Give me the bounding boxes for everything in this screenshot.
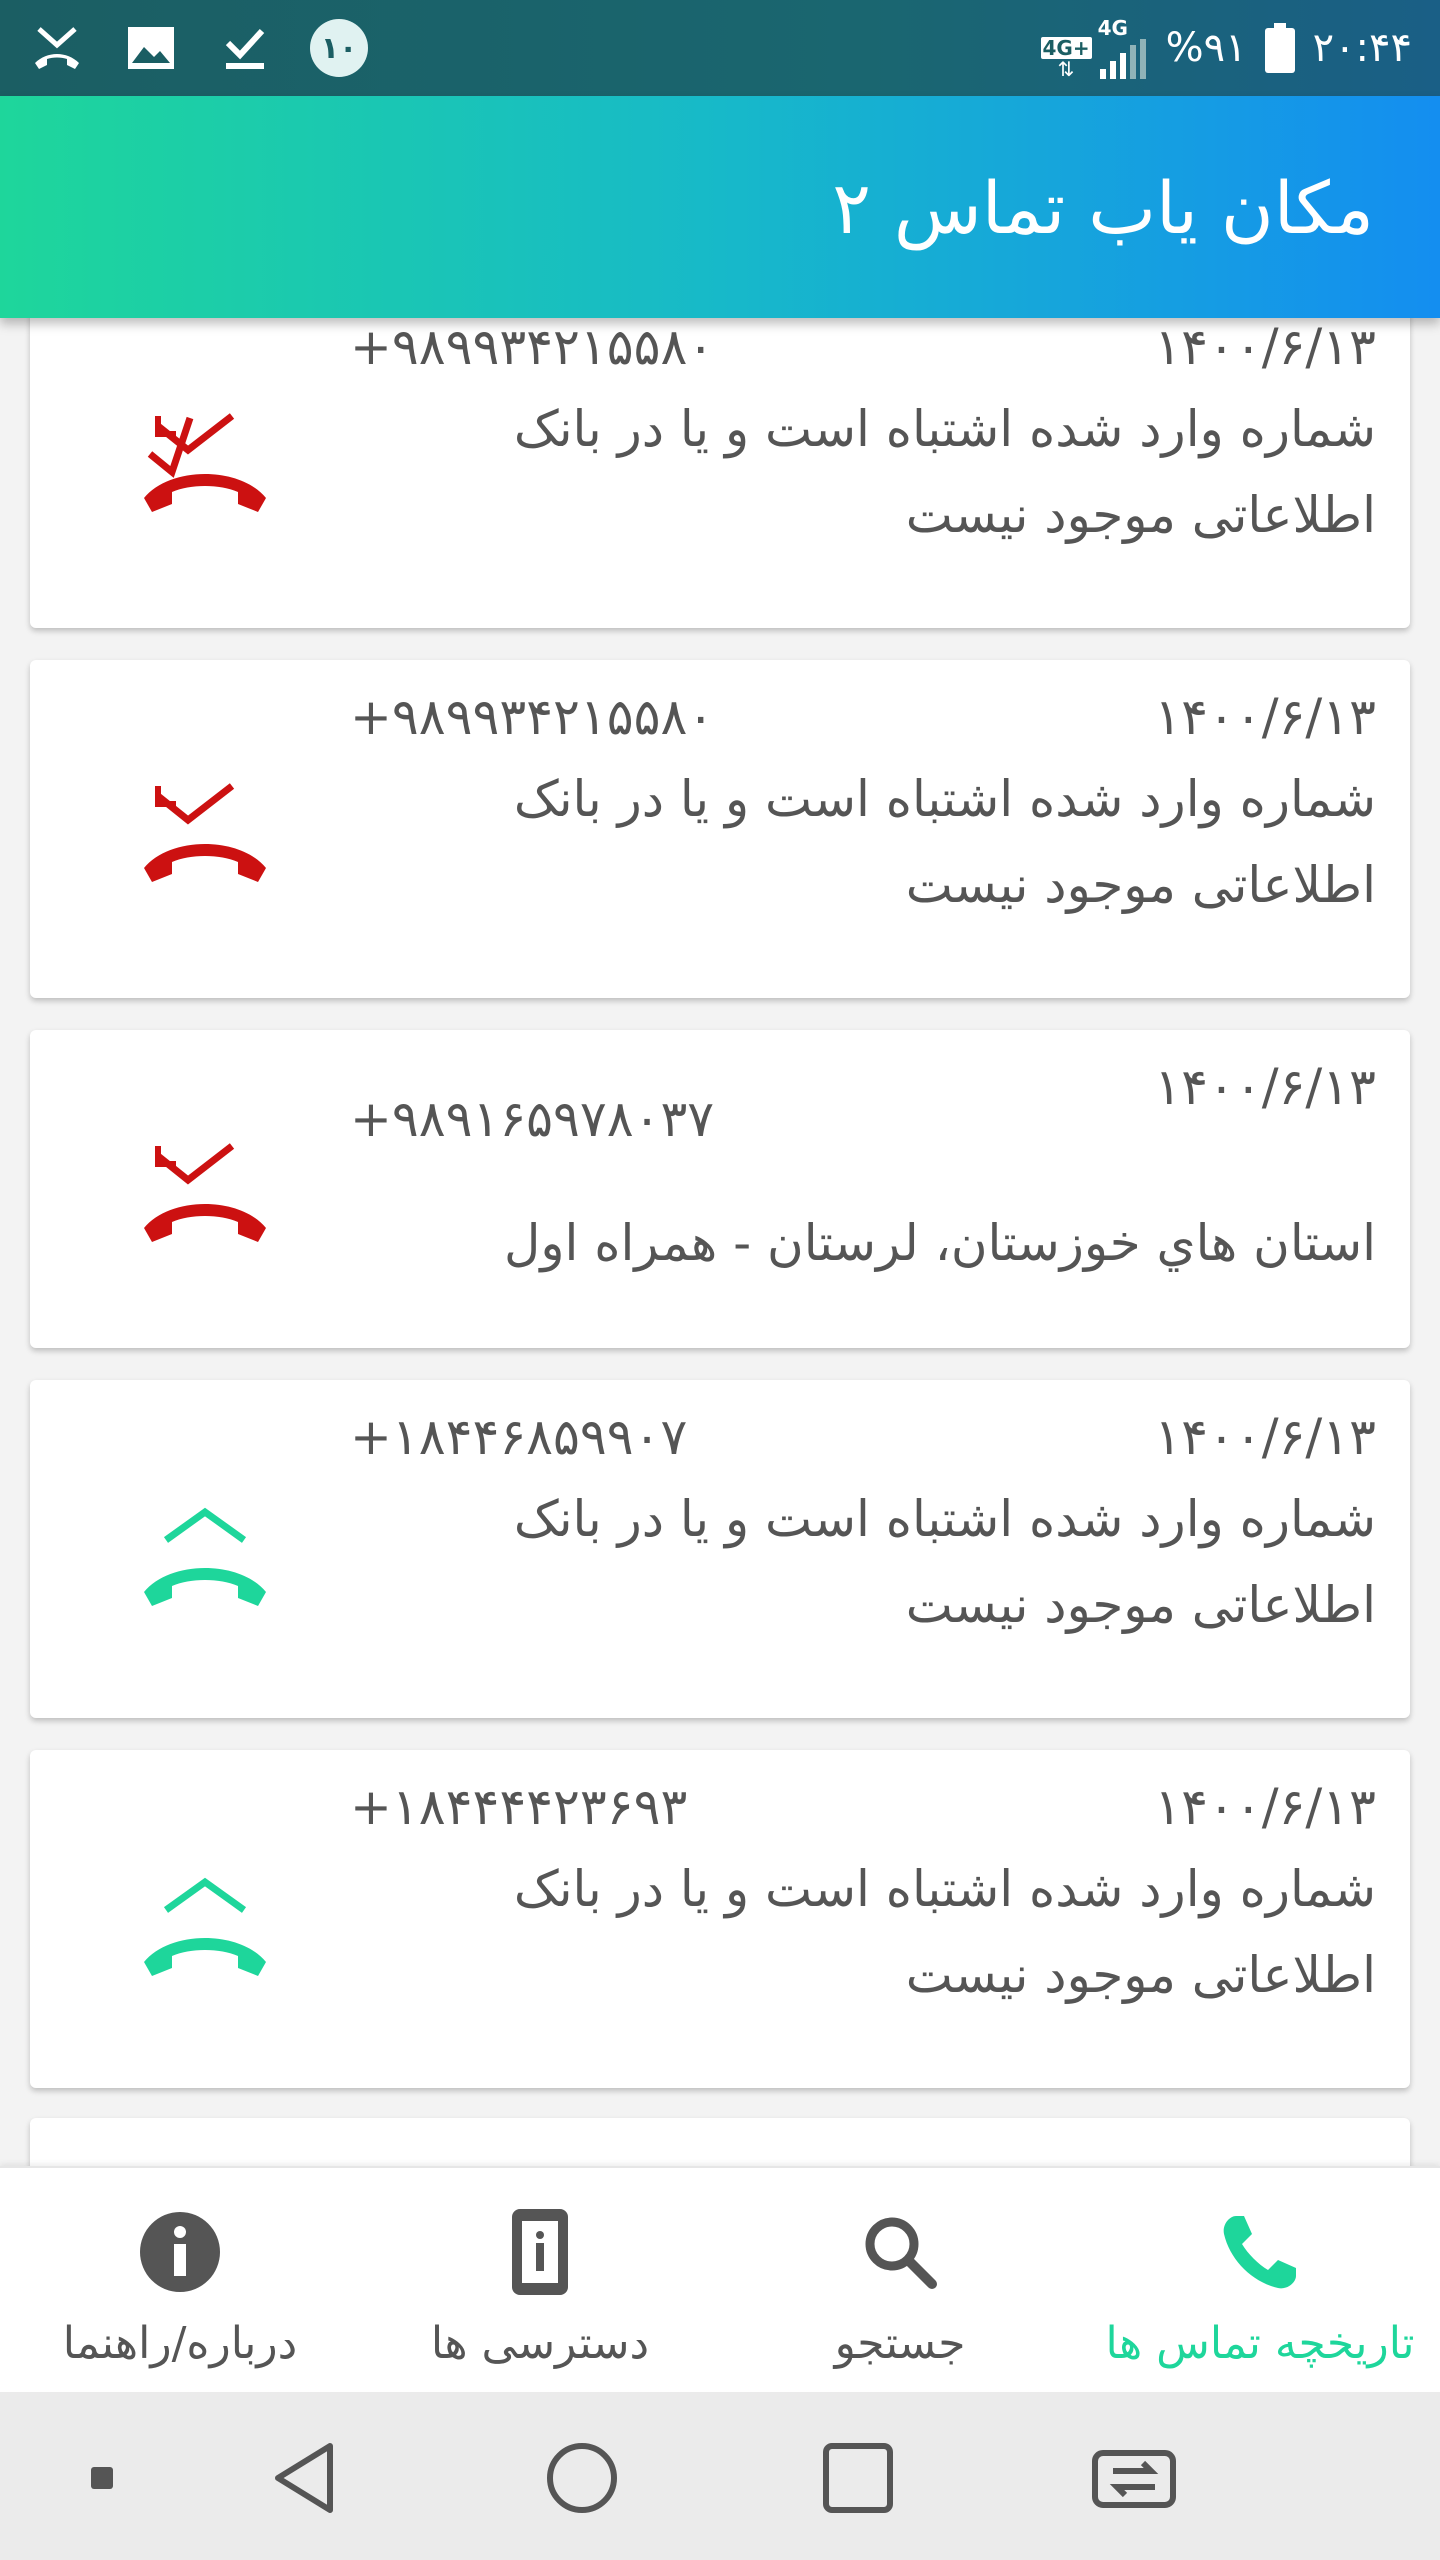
call-location-line: شماره وارد شده اشتباه است و یا در بانک bbox=[513, 400, 1376, 458]
back-button[interactable] bbox=[258, 2430, 354, 2526]
notification-count-badge: ۱۰ bbox=[310, 19, 368, 77]
nav-permissions[interactable]: دسترسی ها bbox=[360, 2168, 720, 2394]
nav-about[interactable]: درباره/راهنما bbox=[0, 2168, 360, 2394]
status-time: ۲۰:۴۴ bbox=[1312, 25, 1412, 71]
call-date: ۱۴۰۰/۶/۱۳ bbox=[1154, 1058, 1376, 1116]
call-log-item[interactable]: ۱۴۰۰/۶/۱۳ +۹۸۹۹۳۴۲۱۵۵۸۰ شماره وارد شده ا… bbox=[30, 318, 1410, 628]
call-number: +۹۸۹۹۳۴۲۱۵۵۸۰ bbox=[350, 688, 715, 746]
nav-call-history-label: تاریخچه تماس ها bbox=[1105, 2318, 1415, 2369]
call-date: ۱۴۰۰/۶/۱۳ bbox=[1154, 318, 1376, 376]
call-location-line: شماره وارد شده اشتباه است و یا در بانک bbox=[513, 770, 1376, 828]
missed-call-notification-icon bbox=[28, 19, 86, 77]
call-location-line: شماره وارد شده اشتباه است و یا در بانک bbox=[513, 1860, 1376, 1918]
call-number: +۱۸۴۴۴۴۲۳۶۹۳ bbox=[350, 1778, 688, 1836]
call-location-text: استان هاي خوزستان، لرستان - همراه اول bbox=[436, 1200, 1376, 1286]
call-number: +۹۸۹۱۶۵۹۷۸۰۳۷ bbox=[350, 1090, 715, 1148]
battery-icon bbox=[1264, 23, 1295, 73]
call-location-line: اطلاعاتی موجود نیست bbox=[905, 856, 1376, 914]
status-indicators: 4G+ ⇅ 4G %۹۱ ۲۰:۴۴ bbox=[1040, 16, 1413, 81]
call-log-item[interactable]: ۱۴۰۰/۶/۱۳ +۹۸۹۱۶۵۹۷۸۰۳۷ استان هاي خوزستا… bbox=[30, 1030, 1410, 1348]
nav-search[interactable]: جستجو bbox=[720, 2168, 1080, 2394]
signal-network-label: 4G bbox=[1097, 16, 1128, 40]
call-history-list[interactable]: ۱۴۰۰/۶/۱۳ +۹۸۹۹۳۴۲۱۵۵۸۰ شماره وارد شده ا… bbox=[0, 318, 1440, 2166]
signal-strength-icon bbox=[1099, 39, 1146, 79]
call-number: +۹۸۹۹۳۴۲۱۵۵۸۰ bbox=[350, 318, 715, 376]
pin-button[interactable] bbox=[54, 2430, 150, 2526]
call-date: ۱۴۰۰/۶/۱۳ bbox=[1154, 1778, 1376, 1836]
app-bar: مکان یاب تماس ۲ bbox=[0, 96, 1440, 318]
recent-apps-button[interactable] bbox=[810, 2430, 906, 2526]
page-title: مکان یاب تماس ۲ bbox=[832, 166, 1374, 250]
network-indicator: 4G+ ⇅ 4G bbox=[1040, 16, 1148, 81]
download-done-notification-icon bbox=[216, 19, 274, 77]
nav-about-label: درباره/راهنما bbox=[62, 2318, 298, 2369]
phone-info-icon bbox=[492, 2204, 588, 2300]
missed-call-icon bbox=[144, 1143, 266, 1242]
bottom-navigation: درباره/راهنما دسترسی ها جستجو تاریخچه تم… bbox=[0, 2166, 1440, 2392]
phone-icon bbox=[1212, 2204, 1308, 2300]
call-location-line: اطلاعاتی موجود نیست bbox=[905, 1946, 1376, 2004]
info-icon bbox=[132, 2204, 228, 2300]
call-location-line: اطلاعاتی موجود نیست bbox=[905, 1576, 1376, 1634]
nav-search-label: جستجو bbox=[834, 2318, 966, 2369]
call-location-text: شماره وارد شده اشتباه است و یا در بانک ا… bbox=[436, 1476, 1376, 1648]
nav-permissions-label: دسترسی ها bbox=[430, 2318, 650, 2369]
call-log-item[interactable] bbox=[30, 2118, 1410, 2166]
call-log-item[interactable]: ۱۴۰۰/۶/۱۳ +۱۸۴۴۴۴۲۳۶۹۳ شماره وارد شده اش… bbox=[30, 1750, 1410, 2088]
call-date: ۱۴۰۰/۶/۱۳ bbox=[1154, 1408, 1376, 1466]
search-icon bbox=[852, 2204, 948, 2300]
call-location-line: استان هاي خوزستان، لرستان - همراه اول bbox=[504, 1214, 1376, 1272]
image-notification-icon bbox=[122, 19, 180, 77]
missed-call-icon bbox=[144, 783, 266, 882]
call-date: ۱۴۰۰/۶/۱۳ bbox=[1154, 688, 1376, 746]
call-log-item[interactable]: ۱۴۰۰/۶/۱۳ +۹۸۹۹۳۴۲۱۵۵۸۰ شماره وارد شده ا… bbox=[30, 660, 1410, 998]
home-button[interactable] bbox=[534, 2430, 630, 2526]
switch-sim-button[interactable] bbox=[1086, 2430, 1182, 2526]
data-arrows-icon: ⇅ bbox=[1057, 57, 1075, 81]
call-location-line: شماره وارد شده اشتباه است و یا در بانک bbox=[513, 1490, 1376, 1548]
call-location-line: اطلاعاتی موجود نیست bbox=[905, 486, 1376, 544]
status-bar: ۱۰ 4G+ ⇅ 4G %۹۱ ۲۰:۴۴ bbox=[0, 0, 1440, 96]
battery-percent: %۹۱ bbox=[1165, 25, 1247, 71]
call-location-text: شماره وارد شده اشتباه است و یا در بانک ا… bbox=[436, 1846, 1376, 2018]
call-location-text: شماره وارد شده اشتباه است و یا در بانک ا… bbox=[436, 756, 1376, 928]
call-log-item[interactable]: ۱۴۰۰/۶/۱۳ +۱۸۴۴۶۸۵۹۹۰۷ شماره وارد شده اش… bbox=[30, 1380, 1410, 1718]
system-navigation-bar bbox=[0, 2392, 1440, 2560]
call-location-text: شماره وارد شده اشتباه است و یا در بانک ا… bbox=[436, 386, 1376, 558]
nav-call-history[interactable]: تاریخچه تماس ها bbox=[1080, 2168, 1440, 2394]
status-notifications: ۱۰ bbox=[28, 18, 368, 78]
call-number: +۱۸۴۴۶۸۵۹۹۰۷ bbox=[350, 1408, 688, 1466]
outgoing-call-icon bbox=[144, 1877, 266, 1976]
outgoing-call-icon bbox=[144, 1507, 266, 1606]
missed-call-icon bbox=[144, 413, 266, 512]
network-type-label: 4G+ bbox=[1040, 36, 1092, 60]
